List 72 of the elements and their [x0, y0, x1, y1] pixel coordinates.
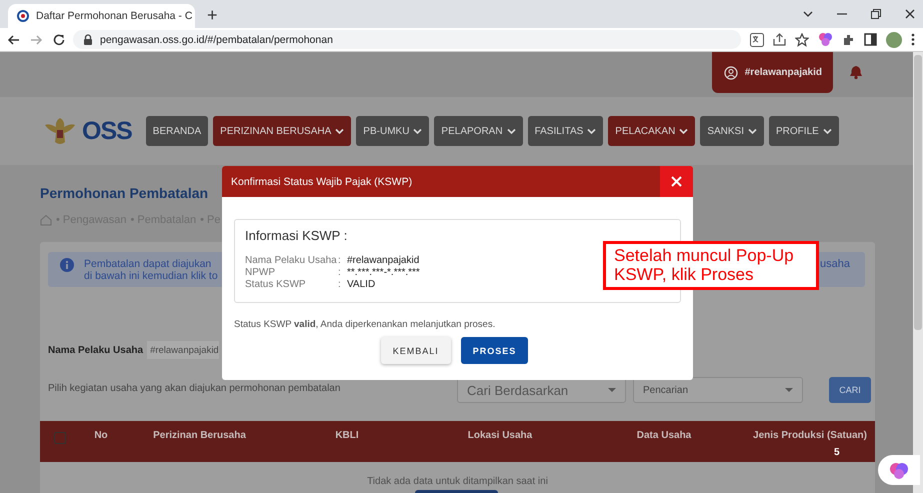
select-all-checkbox[interactable] [54, 432, 66, 444]
close-icon [671, 176, 682, 187]
extension-icon[interactable] [818, 32, 833, 47]
back-button[interactable]: KEMBALI [380, 337, 451, 364]
minimize-icon[interactable] [837, 13, 847, 15]
back-arrow-icon[interactable] [7, 34, 20, 46]
column-header: Lokasi Usaha [468, 430, 532, 441]
separator-text: : [338, 279, 341, 291]
field-label: NPWP [245, 267, 275, 279]
bell-icon[interactable] [849, 65, 863, 80]
column-header: Perizinan Berusaha [153, 430, 246, 441]
nav-menu-button[interactable]: PERIZINAN BERUSAHA [213, 116, 352, 146]
user-menu[interactable]: #relawanpajakid [712, 52, 833, 93]
restore-icon[interactable] [871, 9, 881, 19]
field-label: Nama Pelaku Usaha [245, 255, 337, 267]
search-button[interactable]: CARI [829, 377, 871, 403]
section-title: Informasi KSWP : [245, 228, 348, 243]
field-label: Nama Pelaku Usaha [48, 344, 144, 356]
nav-menu-button[interactable]: PROFILE [769, 116, 839, 146]
nav-menu-button[interactable]: PELAPORAN [434, 116, 523, 146]
info-text: usaha [820, 258, 850, 270]
owner-field: #relawanpajakid [147, 341, 220, 359]
kebab-menu-icon[interactable] [911, 33, 915, 46]
nav-menu-button[interactable]: PB-UMKU [356, 116, 430, 146]
nav-menu-button[interactable]: FASILITAS [528, 116, 604, 146]
search-dropdown[interactable]: Pencarian [633, 377, 803, 403]
separator-text: : [338, 267, 341, 279]
user-icon [724, 66, 738, 80]
reload-icon[interactable] [53, 34, 65, 46]
field-label: Status KSWP [245, 279, 306, 291]
column-header: Data Usaha [636, 430, 692, 441]
share-icon[interactable] [773, 33, 786, 46]
nav-menu-button[interactable]: SANKSI [700, 116, 764, 146]
oss-logo: OSS [82, 116, 132, 146]
favicon-icon [17, 10, 29, 22]
column-header: KBLI [335, 430, 359, 441]
brain-icon [889, 460, 909, 480]
field-value: #relawanpajakid [347, 255, 420, 267]
page-title: Permohonan Pembatalan [40, 185, 208, 201]
scrollbar-thumb[interactable] [914, 55, 922, 330]
nav-menu-button[interactable]: PELACAKAN [608, 116, 696, 146]
info-text: Pembatalan dapat diajukan di bawah ini kemudian klik to [84, 258, 218, 282]
address-bar[interactable]: pengawasan.oss.go.id/#/pembatalan/permohonan [73, 30, 741, 49]
nav-menu-button[interactable]: BERANDA [146, 116, 208, 146]
caret-icon [785, 388, 793, 392]
assistant-button[interactable] [878, 455, 920, 485]
instruction-text: Pilih kegiatan usaha yang akan diajukan permohonan pembatalan [48, 383, 340, 394]
star-icon[interactable] [795, 32, 809, 46]
proceed-button[interactable]: PROSES [460, 337, 528, 364]
separator-text: : [338, 255, 341, 267]
count-label: 5 [834, 447, 840, 458]
status-note: Status KSWP valid, Anda diperkenankan melanjutkan proses. [234, 319, 496, 330]
annotation-callout: Setelah muncul Pop-Up KSWP, klik Proses [603, 241, 819, 290]
avatar-icon[interactable] [886, 32, 902, 48]
column-header: Jenis Produksi (Satuan) [753, 430, 867, 441]
chevron-down-icon[interactable] [803, 10, 813, 18]
new-tab-button[interactable]: + [207, 5, 218, 25]
close-icon[interactable] [905, 9, 915, 19]
field-value: VALID [347, 279, 376, 291]
close-button[interactable] [660, 166, 693, 197]
browser-tab[interactable]: Daftar Permohonan Berusaha - C [8, 4, 195, 28]
modal-title: Konfirmasi Status Wajib Pajak (KSWP) [231, 176, 414, 188]
field-value: **.***.***-*.***.*** [347, 267, 420, 279]
side-panel-icon[interactable] [864, 33, 877, 46]
emblem-icon [44, 115, 76, 147]
empty-table-message: Tidak ada data untuk ditampilkan saat ini [367, 476, 548, 487]
caret-icon [608, 388, 616, 392]
info-icon [60, 258, 74, 272]
lock-icon [83, 34, 93, 45]
translate-icon[interactable] [750, 32, 764, 46]
puzzle-icon[interactable] [842, 33, 855, 46]
column-header: No [94, 430, 108, 441]
